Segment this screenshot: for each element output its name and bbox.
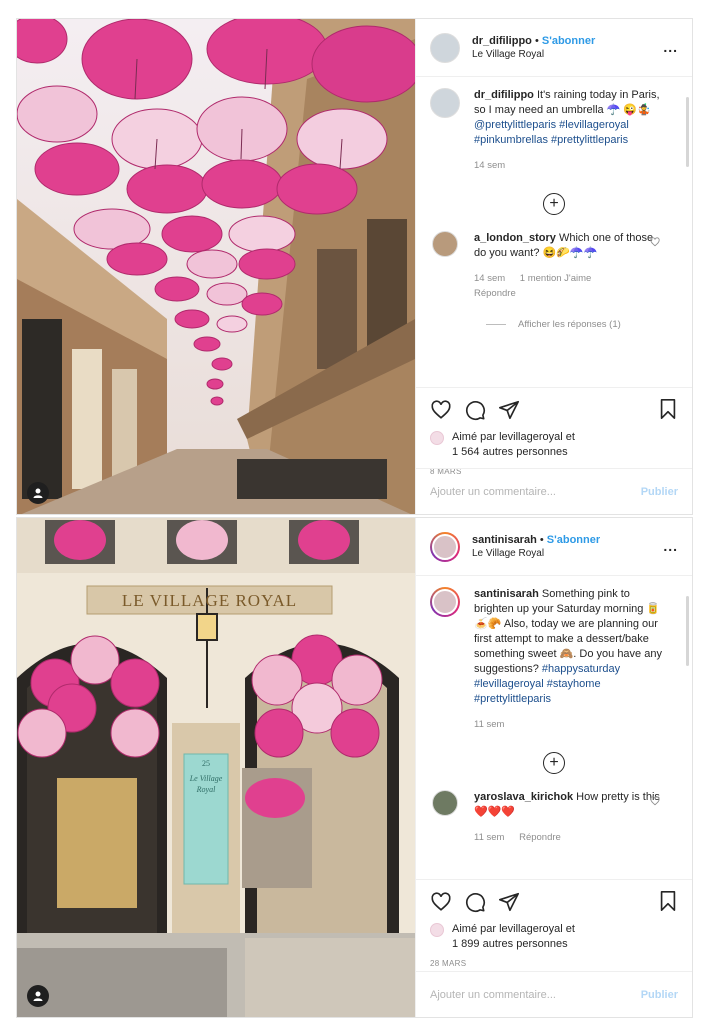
post-sidebar: dr_difilippo • S'abonner Le Village Roya… xyxy=(415,19,692,514)
tagged-people-button[interactable] xyxy=(27,482,49,504)
post-actions: Aimé par levillageroyal et 1 564 autres … xyxy=(416,387,692,476)
liked-by: Aimé par levillageroyal et xyxy=(452,923,575,935)
follow-button[interactable]: S'abonner xyxy=(547,534,600,546)
avatar[interactable] xyxy=(432,231,458,257)
scrollbar[interactable] xyxy=(686,97,689,167)
post-1: dr_difilippo • S'abonner Le Village Roya… xyxy=(16,18,693,515)
more-icon[interactable]: ... xyxy=(663,39,678,55)
heart-icon[interactable] xyxy=(430,891,452,913)
person-icon xyxy=(33,991,43,1001)
comment-input[interactable]: Ajouter un commentaire... xyxy=(430,486,641,498)
follow-button[interactable]: S'abonner xyxy=(542,35,595,47)
comment-username[interactable]: yaroslava_kirichok xyxy=(474,791,573,803)
plaque: 25 Le Village Royal xyxy=(184,758,228,795)
heart-icon[interactable] xyxy=(650,796,660,806)
caption-time: 11 sem xyxy=(474,719,505,730)
post-username[interactable]: dr_difilippo xyxy=(472,35,532,47)
avatar[interactable] xyxy=(432,790,458,816)
comment-input[interactable]: Ajouter un commentaire... xyxy=(430,989,641,1001)
post-header: dr_difilippo • S'abonner Le Village Roya… xyxy=(416,19,692,77)
comment-time: 11 sem xyxy=(474,832,505,843)
post-photo-umbrellas[interactable] xyxy=(17,19,415,514)
likes-summary[interactable]: Aimé par levillageroyal et 1 899 autres … xyxy=(430,922,678,952)
liked-by: Aimé par levillageroyal et xyxy=(452,431,575,443)
add-icon[interactable]: + xyxy=(543,193,565,215)
comments-section: santinisarah Something pink to brighten … xyxy=(416,577,692,845)
reply-link[interactable]: Répondre xyxy=(519,832,561,843)
arch-sign: LE VILLAGE ROYAL xyxy=(121,591,298,610)
avatar[interactable] xyxy=(430,88,460,118)
caption: santinisarah Something pink to brighten … xyxy=(430,587,678,732)
caption-mention[interactable]: @prettylittleparis xyxy=(474,119,556,131)
avatar[interactable] xyxy=(430,32,460,63)
comment-username[interactable]: a_london_story xyxy=(474,232,556,244)
post-photo-village-royal[interactable]: LE VILLAGE ROYAL 25 Le Village Royal xyxy=(17,518,415,1017)
avatar[interactable] xyxy=(430,587,460,617)
comments-section: dr_difilippo It's raining today in Paris… xyxy=(416,78,692,330)
comment-icon[interactable] xyxy=(464,399,486,421)
post-username[interactable]: santinisarah xyxy=(472,534,537,546)
comment-item: a_london_story Which one of those do you… xyxy=(430,231,678,301)
plaque-number: 25 xyxy=(202,759,210,768)
post-actions: Aimé par levillageroyal et 1 899 autres … xyxy=(416,879,692,968)
caption-text: Something pink to brighten up your Satur… xyxy=(474,588,662,675)
reply-link[interactable]: Répondre xyxy=(474,288,516,299)
liked-count[interactable]: 1 899 autres personnes xyxy=(452,937,575,952)
scrollbar[interactable] xyxy=(686,596,689,666)
comment-likes[interactable]: 1 mention J'aime xyxy=(520,273,592,284)
plaque-title: Le Village Royal xyxy=(189,774,223,794)
comment-item: yaroslava_kirichok How pretty is this ❤️… xyxy=(430,790,678,845)
heart-icon[interactable] xyxy=(430,399,452,421)
publish-button[interactable]: Publier xyxy=(641,989,678,1001)
comment-icon[interactable] xyxy=(464,891,486,913)
post-location[interactable]: Le Village Royal xyxy=(472,48,595,62)
comment-time: 14 sem xyxy=(474,273,506,284)
heart-icon[interactable] xyxy=(650,237,660,247)
avatar[interactable] xyxy=(430,531,460,562)
bookmark-icon[interactable] xyxy=(658,890,678,912)
post-sidebar: santinisarah • S'abonner Le Village Roya… xyxy=(415,518,692,1017)
add-comment-bar: Ajouter un commentaire... Publier xyxy=(416,468,692,514)
post-location[interactable]: Le Village Royal xyxy=(472,547,600,561)
umbrella-street-image xyxy=(17,19,415,514)
avatar xyxy=(430,923,444,937)
likes-summary[interactable]: Aimé par levillageroyal et 1 564 autres … xyxy=(430,430,678,460)
post-2: LE VILLAGE ROYAL 25 Le Village Royal san… xyxy=(16,517,693,1018)
more-icon[interactable]: ... xyxy=(663,538,678,554)
view-replies[interactable]: Afficher les réponses (1) xyxy=(486,319,678,330)
tagged-people-button[interactable] xyxy=(27,985,49,1007)
bookmark-icon[interactable] xyxy=(658,398,678,420)
caption: dr_difilippo It's raining today in Paris… xyxy=(430,88,678,173)
caption-username[interactable]: santinisarah xyxy=(474,588,539,600)
post-date: 28 MARS xyxy=(430,959,467,968)
liked-count[interactable]: 1 564 autres personnes xyxy=(452,445,575,460)
add-icon[interactable]: + xyxy=(543,752,565,774)
publish-button[interactable]: Publier xyxy=(641,486,678,498)
separator-dot: • xyxy=(539,533,544,546)
caption-username[interactable]: dr_difilippo xyxy=(474,89,534,101)
caption-time: 14 sem xyxy=(474,160,506,171)
add-comment-bar: Ajouter un commentaire... Publier xyxy=(416,971,692,1017)
share-icon[interactable] xyxy=(498,399,520,421)
avatar xyxy=(430,431,444,445)
post-header: santinisarah • S'abonner Le Village Roya… xyxy=(416,518,692,576)
person-icon xyxy=(33,488,43,498)
share-icon[interactable] xyxy=(498,891,520,913)
separator-dot: • xyxy=(534,34,539,47)
